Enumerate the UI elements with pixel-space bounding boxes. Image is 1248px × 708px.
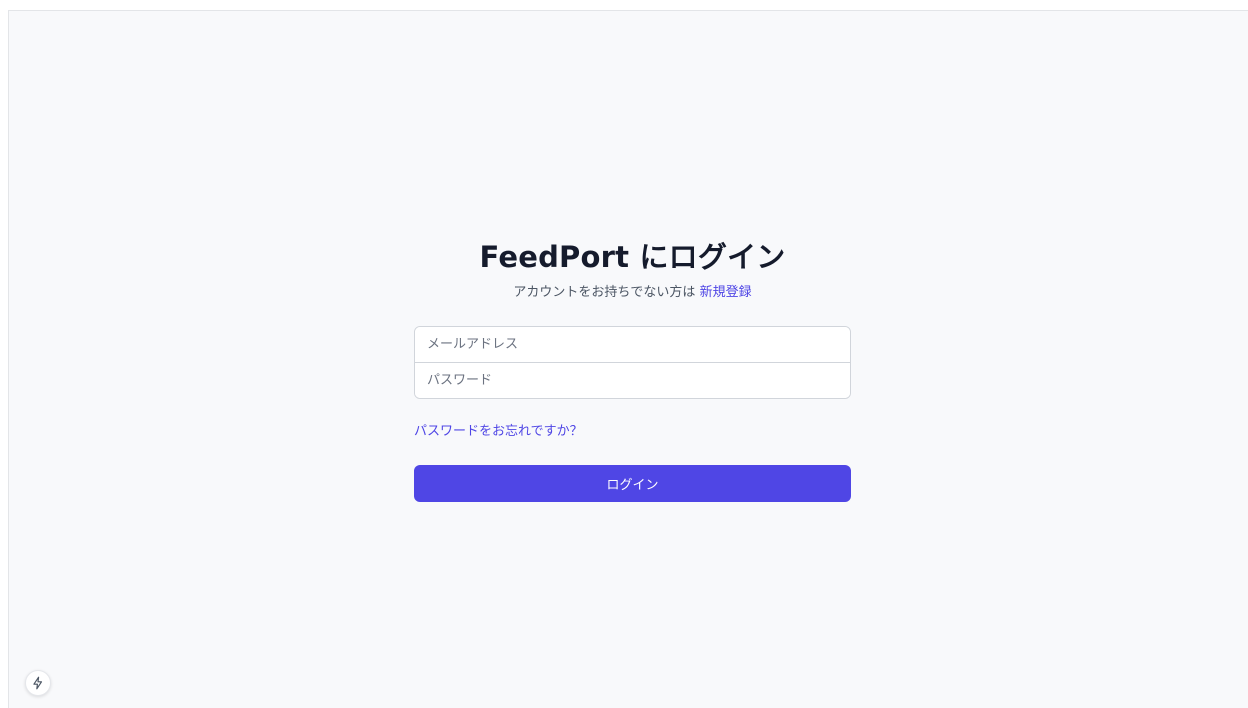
signup-prompt: アカウントをお持ちでない方は 新規登録: [414, 283, 851, 303]
login-button[interactable]: ログイン: [414, 465, 851, 502]
page-title: FeedPort にログイン: [479, 240, 786, 274]
credentials-fieldset: [414, 326, 851, 399]
signup-prompt-text: アカウントをお持ちでない方は: [513, 285, 700, 300]
dev-tools-button[interactable]: [25, 670, 51, 696]
email-input[interactable]: [415, 327, 850, 362]
lightning-bolt-icon: [33, 676, 43, 690]
signup-link[interactable]: 新規登録: [700, 285, 752, 300]
password-input[interactable]: [415, 363, 850, 398]
forgot-password-link[interactable]: パスワードをお忘れですか？: [414, 423, 583, 441]
page-viewport: FeedPort にログイン アカウントをお持ちでない方は 新規登録 パスワード…: [8, 10, 1248, 708]
login-panel: FeedPort にログイン アカウントをお持ちでない方は 新規登録 パスワード…: [414, 237, 851, 502]
